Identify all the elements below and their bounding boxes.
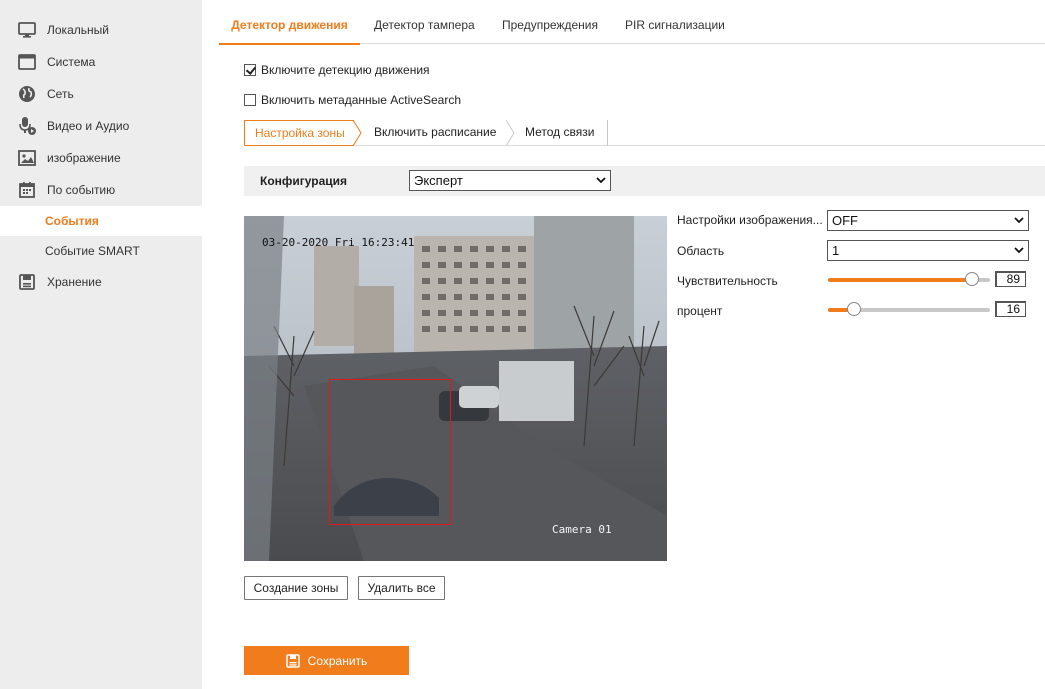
- sensitivity-slider[interactable]: [828, 272, 990, 286]
- sensitivity-slider-fill: [828, 278, 973, 282]
- config-label: Конфигурация: [260, 174, 348, 188]
- save-button-label: Сохранить: [307, 653, 368, 668]
- osd-camera-name: Camera 01: [552, 523, 612, 536]
- step-linkage-method[interactable]: Метод связи: [525, 120, 594, 146]
- sidebar-item-storage[interactable]: Хранение: [0, 267, 202, 297]
- save-icon: [285, 653, 300, 668]
- sidebar-item-smart-event[interactable]: Событие SMART: [0, 236, 202, 266]
- microphone-video-icon: [19, 117, 36, 135]
- monitor-icon: [18, 22, 36, 38]
- motion-detection-zone[interactable]: [329, 379, 451, 525]
- top-tabs: Детектор движения Детектор тампера Преду…: [219, 0, 1045, 45]
- image-icon: [18, 150, 36, 166]
- window-icon: [18, 54, 36, 70]
- motion-detection-option[interactable]: Включите детекцию движения: [244, 63, 430, 77]
- percent-input[interactable]: 16: [995, 301, 1026, 317]
- sidebar: Локальный Система Сеть Видео и Аудио изо…: [0, 0, 202, 689]
- sidebar-item-local[interactable]: Локальный: [0, 15, 202, 45]
- sidebar-item-events[interactable]: События: [0, 206, 202, 236]
- sidebar-item-network[interactable]: Сеть: [0, 79, 202, 109]
- image-settings-value: OFF: [832, 213, 858, 228]
- motion-detection-label: Включите детекцию движения: [261, 63, 430, 77]
- step-divider: [607, 120, 608, 146]
- sidebar-item-label: Хранение: [47, 275, 102, 289]
- area-select[interactable]: 1: [827, 240, 1029, 261]
- sidebar-item-label: Система: [47, 55, 96, 69]
- step-zone-setup[interactable]: Настройка зоны: [244, 120, 354, 146]
- chevron-down-icon: [1014, 247, 1024, 254]
- sidebar-item-image[interactable]: изображение: [0, 143, 202, 173]
- image-settings-select[interactable]: OFF: [827, 210, 1029, 231]
- activesearch-label: Включить метаданные ActiveSearch: [261, 93, 461, 107]
- delete-all-button[interactable]: Удалить все: [358, 576, 445, 600]
- motion-detection-checkbox[interactable]: [244, 64, 256, 76]
- calendar-icon: [19, 182, 35, 198]
- sidebar-item-event[interactable]: По событию: [0, 175, 202, 205]
- sidebar-item-label: События: [45, 214, 99, 228]
- step-arrow-active: [353, 120, 362, 146]
- sensitivity-label: Чувствительность: [677, 274, 778, 288]
- config-bar: Конфигурация Эксперт: [244, 166, 1045, 196]
- osd-timestamp: 03-20-2020 Fri 16:23:41: [262, 236, 415, 249]
- sidebar-item-system[interactable]: Система: [0, 47, 202, 77]
- chevron-down-icon: [1014, 217, 1024, 224]
- tab-motion-detection[interactable]: Детектор движения: [219, 0, 360, 45]
- activesearch-checkbox[interactable]: [244, 94, 256, 106]
- sidebar-item-label: Сеть: [47, 87, 74, 101]
- activesearch-option[interactable]: Включить метаданные ActiveSearch: [244, 93, 461, 107]
- tab-warnings[interactable]: Предупреждения: [502, 0, 598, 44]
- sidebar-item-label: изображение: [47, 151, 121, 165]
- percent-slider-handle[interactable]: [846, 302, 861, 316]
- globe-icon: [19, 86, 35, 102]
- tab-tamper-detection[interactable]: Детектор тампера: [374, 0, 475, 44]
- step-arrow: [506, 120, 515, 146]
- save-button[interactable]: Сохранить: [244, 646, 409, 675]
- image-settings-label: Настройки изображения...: [677, 213, 823, 227]
- area-label: Область: [677, 244, 725, 258]
- area-value: 1: [832, 243, 840, 258]
- percent-label: процент: [677, 304, 723, 318]
- video-preview[interactable]: 03-20-2020 Fri 16:23:41 Camera 01: [244, 216, 667, 561]
- sensitivity-slider-handle[interactable]: [965, 272, 980, 286]
- step-tabs: Настройка зоны Включить расписание Метод…: [244, 120, 1045, 146]
- step-enable-schedule[interactable]: Включить расписание: [374, 120, 496, 146]
- config-select[interactable]: Эксперт: [409, 170, 611, 191]
- sidebar-item-video-audio[interactable]: Видео и Аудио: [0, 111, 202, 141]
- storage-icon: [19, 274, 35, 290]
- percent-slider[interactable]: [828, 302, 990, 316]
- tab-pir-alarm[interactable]: PIR сигнализации: [625, 0, 725, 44]
- chevron-down-icon: [596, 177, 606, 184]
- sidebar-item-label: Событие SMART: [45, 244, 140, 258]
- create-zone-button[interactable]: Создание зоны: [244, 576, 348, 600]
- sidebar-item-label: По событию: [47, 183, 116, 197]
- sidebar-item-label: Локальный: [47, 23, 109, 37]
- sidebar-item-label: Видео и Аудио: [47, 119, 130, 133]
- camera-scene: [244, 216, 667, 561]
- sensitivity-input[interactable]: 89: [995, 271, 1026, 287]
- config-select-value: Эксперт: [414, 173, 463, 188]
